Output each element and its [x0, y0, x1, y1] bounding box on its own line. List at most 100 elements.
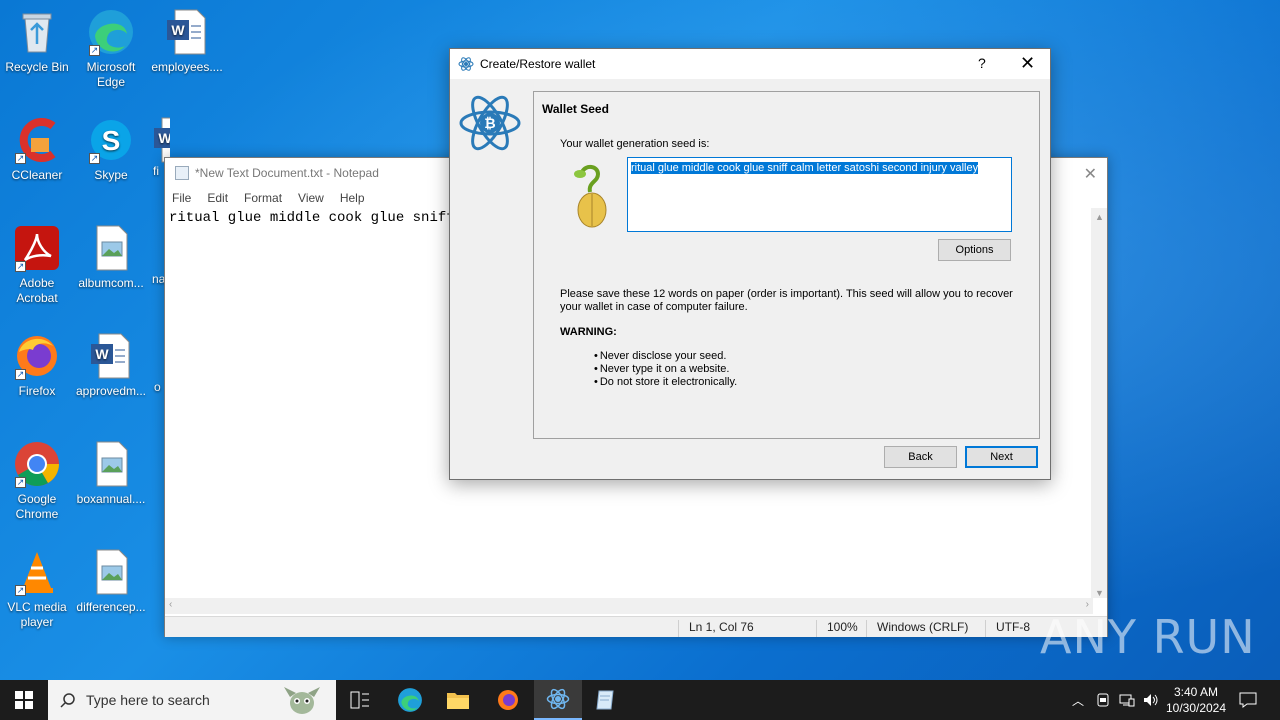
desktop-icon-label: VLC media player [7, 600, 67, 629]
menu-view[interactable]: View [298, 191, 324, 205]
folder-icon [447, 693, 469, 709]
electrum-icon [458, 57, 474, 71]
desktop-icon-label: boxannual.... [76, 492, 146, 506]
scroll-left-icon[interactable]: ‹ [169, 599, 172, 610]
vlc-icon: ↗ [13, 548, 61, 596]
dialog-close-button[interactable]: ✕ [1020, 53, 1035, 74]
taskbar: Type here to search ︿ 3:40 AM 10/30/2024 [0, 680, 1280, 720]
notepad-text-area[interactable]: ritual glue middle cook glue sniff c [169, 210, 471, 226]
desktop-icon-label: Recycle Bin [5, 60, 69, 74]
menu-file[interactable]: File [172, 191, 191, 205]
warning-item: Never type it on a website. [594, 363, 737, 376]
menu-edit[interactable]: Edit [207, 191, 228, 205]
desktop-icon-label: Firefox [18, 384, 56, 398]
status-zoom: 100% [816, 620, 858, 637]
ccleaner-icon: ↗ [13, 116, 61, 164]
status-line-endings: Windows (CRLF) [866, 620, 968, 637]
desktop-icon-boxannual-file[interactable]: boxannual.... [74, 440, 148, 507]
desktop-icon-recycle-bin[interactable]: Recycle Bin [0, 8, 74, 75]
taskbar-clock[interactable]: 3:40 AM 10/30/2024 [1160, 684, 1232, 716]
svg-text:S: S [102, 125, 121, 156]
notepad-close-button[interactable]: ✕ [1084, 164, 1097, 184]
edge-icon [398, 688, 422, 712]
svg-text:W: W [158, 130, 170, 146]
taskbar-edge[interactable] [386, 680, 434, 720]
status-encoding: UTF-8 [985, 620, 1030, 637]
clock-date: 10/30/2024 [1165, 701, 1227, 715]
warning-list: Never disclose your seed. Never type it … [594, 350, 737, 389]
horizontal-scrollbar[interactable]: ‹ › [165, 598, 1093, 614]
task-view-icon [350, 691, 369, 709]
desktop-icon-label: Google Chrome [15, 492, 59, 521]
taskbar-file-explorer[interactable] [434, 680, 482, 720]
desktop-icon-label: Adobe Acrobat [16, 276, 58, 305]
network-button[interactable] [1116, 680, 1138, 720]
seed-sprout-icon [574, 165, 607, 228]
desktop-icon-label: differencep... [76, 600, 146, 614]
desktop-icon-differencep-file[interactable]: differencep... [74, 548, 148, 615]
warning-item: Never disclose your seed. [594, 350, 737, 363]
chrome-icon: ↗ [13, 440, 61, 488]
taskbar-search-box[interactable]: Type here to search [48, 680, 336, 720]
shortcut-arrow-icon: ↗ [15, 153, 26, 164]
skype-icon: S ↗ [87, 116, 135, 164]
desktop-icon-edge[interactable]: ↗ Microsoft Edge [74, 8, 148, 90]
notepad-statusbar: Ln 1, Col 76 100% Windows (CRLF) UTF-8 [165, 616, 1107, 637]
file-icon [148, 332, 164, 380]
back-button[interactable]: Back [884, 446, 957, 468]
electrum-icon [546, 688, 570, 710]
desktop-icon-adobe-acrobat[interactable]: ↗ Adobe Acrobat [0, 224, 74, 306]
notepad-title: *New Text Document.txt - Notepad [195, 166, 379, 180]
shortcut-arrow-icon: ↗ [15, 369, 26, 380]
menu-format[interactable]: Format [244, 191, 282, 205]
desktop-icon-skype[interactable]: S ↗ Skype [74, 116, 148, 183]
taskbar-electrum[interactable] [534, 680, 582, 720]
options-button[interactable]: Options [938, 239, 1011, 261]
desktop-icon-firefox[interactable]: ↗ Firefox [0, 332, 74, 399]
desktop-icon-o-file[interactable]: o [148, 332, 164, 395]
task-view-button[interactable] [336, 680, 384, 720]
shortcut-arrow-icon: ↗ [89, 45, 100, 56]
menu-help[interactable]: Help [340, 191, 365, 205]
vertical-scrollbar[interactable]: ▲ ▼ [1091, 208, 1107, 598]
scroll-down-icon[interactable]: ▼ [1095, 588, 1104, 598]
warning-item: Do not store it electronically. [594, 376, 737, 389]
desktop-icon-label: employees.... [151, 60, 223, 74]
firefox-icon: ↗ [13, 332, 61, 380]
dialog-titlebar[interactable]: Create/Restore wallet ? ✕ [450, 49, 1050, 79]
shortcut-arrow-icon: ↗ [15, 261, 26, 272]
desktop-icon-google-chrome[interactable]: ↗ Google Chrome [0, 440, 74, 522]
word-document-icon: W [163, 8, 211, 56]
tray-app-icon[interactable] [1094, 680, 1112, 720]
desktop-icon-label: albumcom... [78, 276, 144, 290]
desktop-icon-albumcom-file[interactable]: albumcom... [74, 224, 148, 291]
dialog-title: Create/Restore wallet [480, 57, 596, 71]
svg-text:W: W [171, 22, 185, 38]
desktop-icon-vlc[interactable]: ↗ VLC media player [0, 548, 74, 630]
desktop-icon-approvedm-doc[interactable]: W approvedm... [74, 332, 148, 399]
scroll-up-icon[interactable]: ▲ [1095, 212, 1104, 222]
volume-button[interactable] [1140, 680, 1162, 720]
image-file-icon [87, 224, 135, 272]
help-button[interactable]: ? [978, 55, 986, 71]
show-hidden-icons-button[interactable]: ︿ [1068, 680, 1088, 720]
desktop-icon-label: CCleaner [11, 168, 63, 182]
desktop-icon-ccleaner[interactable]: ↗ CCleaner [0, 116, 74, 183]
chevron-up-icon: ︿ [1071, 693, 1084, 708]
start-button[interactable] [0, 680, 48, 720]
anyrun-watermark: ANY RUN [1040, 610, 1256, 664]
next-button[interactable]: Next [965, 446, 1038, 468]
image-file-icon [87, 440, 135, 488]
create-restore-wallet-dialog[interactable]: Create/Restore wallet ? ✕ ₿ Wallet Seed … [449, 48, 1051, 480]
recycle-bin-icon [13, 8, 61, 56]
shortcut-arrow-icon: ↗ [15, 477, 26, 488]
search-mascot-icon [284, 687, 320, 714]
desktop-icon-employees-doc[interactable]: W employees.... [150, 8, 224, 75]
taskbar-firefox[interactable] [484, 680, 532, 720]
windows-logo-icon [15, 691, 33, 709]
seed-text-box[interactable]: ritual glue middle cook glue sniff calm … [627, 157, 1012, 232]
scroll-right-icon[interactable]: › [1086, 599, 1089, 610]
notifications-button[interactable] [1234, 680, 1262, 720]
notification-icon [1239, 692, 1257, 708]
taskbar-notepad[interactable] [582, 680, 630, 720]
